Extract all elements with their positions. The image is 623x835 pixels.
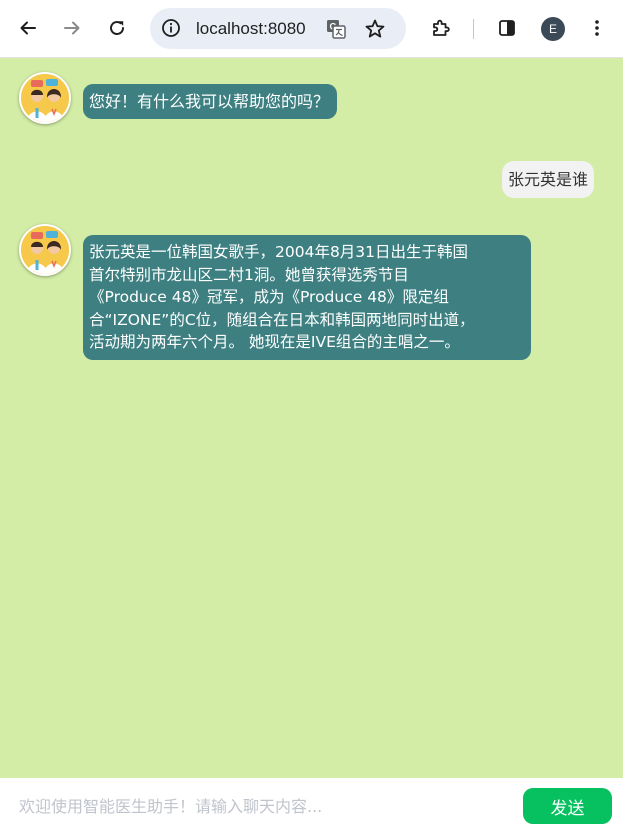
doctors-avatar-icon <box>21 226 69 274</box>
more-vertical-icon <box>595 20 599 36</box>
send-button[interactable]: 发送 <box>523 788 612 824</box>
bot-message-line: 张元英是一位韩国女歌手，2004年8月31日出生于韩国 <box>89 243 469 261</box>
bot-message-bubble: 您好！有什么我可以帮助您的吗？ <box>83 84 338 119</box>
translate-icon[interactable]: G <box>325 18 347 40</box>
chat-input[interactable] <box>10 788 510 824</box>
arrow-left-icon <box>20 21 36 35</box>
puzzle-piece-icon <box>433 19 450 36</box>
bookmark-star-icon[interactable] <box>364 18 386 40</box>
bot-message-bubble: 张元英是一位韩国女歌手，2004年8月31日出生于韩国 首尔特别市龙山区二村1洞… <box>83 235 531 360</box>
side-panel-button[interactable] <box>492 13 522 43</box>
url-text[interactable]: localhost:8080 <box>196 18 306 39</box>
doctor-avatar <box>19 224 71 276</box>
profile-avatar[interactable]: E <box>541 17 565 41</box>
arrow-right-icon <box>64 21 80 35</box>
bot-message-text: 您好！有什么我可以帮助您的吗？ <box>89 92 330 111</box>
bot-message-line: 活动期为两年六个月。 她现在是IVE组合的主唱之一。 <box>89 333 460 351</box>
forward-button[interactable] <box>57 13 87 43</box>
bot-message-line: 合“IZONE”的C位，随组合在日本和韩国两地同时出道， <box>89 310 475 329</box>
chat-input-bar: 发送 <box>0 778 623 835</box>
site-info-icon[interactable] <box>161 18 181 38</box>
chat-messages[interactable]: 您好！有什么我可以帮助您的吗？ 张元英是谁 张元英是一位韩国女歌手，2004年8… <box>0 58 623 778</box>
bot-message-line: 《Produce 48》冠军，成为《Produce 48》限定组 <box>89 288 449 306</box>
address-bar[interactable]: localhost:8080 G <box>150 8 406 49</box>
bot-message-line: 首尔特别市龙山区二村1洞。她曾获得选秀节目 <box>89 265 409 284</box>
browser-menu-button[interactable] <box>582 13 612 43</box>
user-message-bubble: 张元英是谁 <box>501 161 594 198</box>
back-button[interactable] <box>13 13 43 43</box>
extensions-button[interactable] <box>426 13 456 43</box>
reload-icon <box>110 21 124 35</box>
browser-toolbar: localhost:8080 G E <box>0 0 623 58</box>
side-panel-icon <box>499 20 515 36</box>
reload-button[interactable] <box>102 13 132 43</box>
toolbar-divider <box>473 19 474 39</box>
user-message-text: 张元英是谁 <box>507 170 588 189</box>
doctor-avatar <box>19 72 71 124</box>
doctors-avatar-icon <box>21 74 69 122</box>
